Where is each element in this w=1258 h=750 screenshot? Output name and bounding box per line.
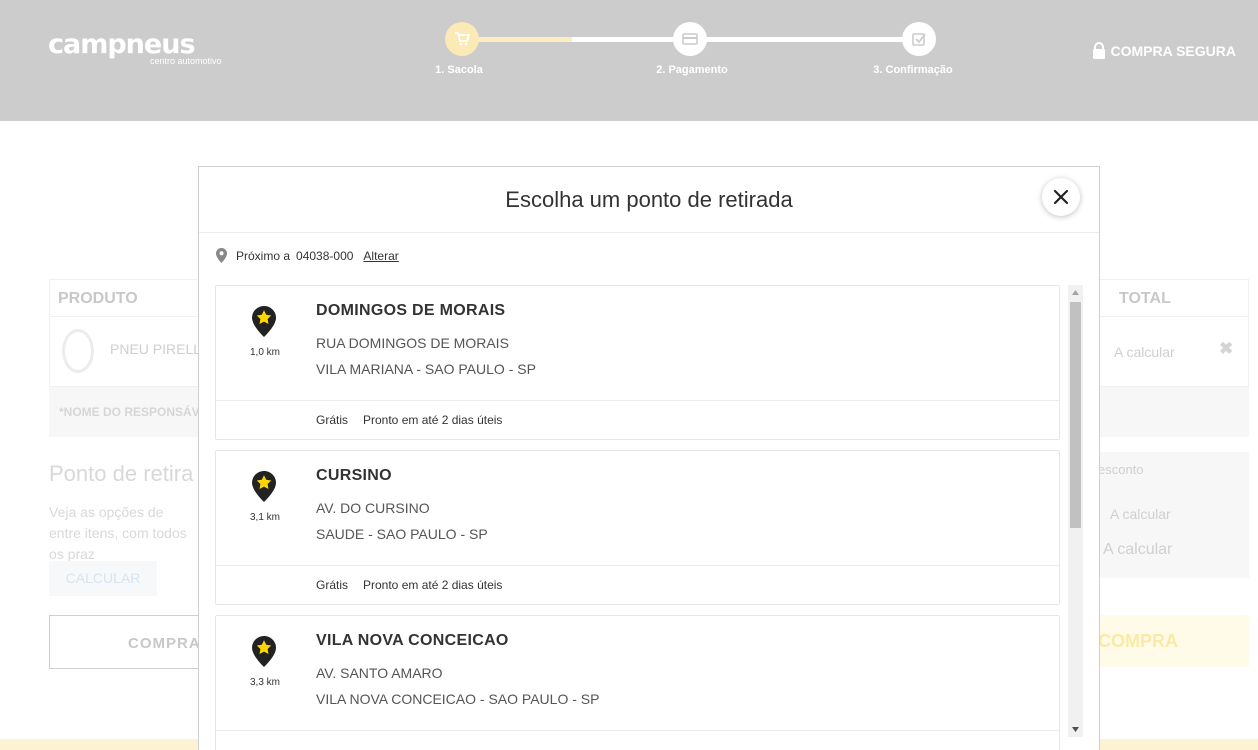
store-list: 1,0 km DOMINGOS DE MORAIS RUA DOMINGOS D… [215,285,1060,750]
secure-purchase-label: COMPRA SEGURA [1110,42,1237,59]
card-divider [216,400,1059,401]
close-modal-button[interactable] [1042,178,1080,216]
card-divider [216,730,1059,731]
store-distance: 1,0 km [249,347,280,358]
product-total: A calcular [1114,344,1175,360]
pickup-section-text: Veja as opções de entre itens, com todos… [49,504,187,562]
responsible-name-label: *NOME DO RESPONSÁV [59,405,200,419]
store-price: Grátis [316,578,349,592]
store-distance: 3,3 km [249,677,280,688]
continue-shopping-button[interactable]: COMPRA [49,615,201,669]
step-confirmation [902,22,936,56]
column-product: PRODUTO [58,290,138,307]
store-ready-time: Pronto em até 2 dias úteis [363,413,503,427]
store-card[interactable]: 3,3 km VILA NOVA CONCEICAO AV. SANTO AMA… [215,615,1060,750]
store-name: DOMINGOS DE MORAIS [316,302,506,319]
summary-total: A calcular [1103,541,1173,558]
step-label-confirmation: 3. Confirmação [873,64,953,76]
store-marker-icon [252,306,276,337]
pickup-section-title: Ponto de retira [49,461,194,486]
credit-card-icon [682,33,698,45]
calculate-button[interactable]: CALCULAR [49,561,157,596]
store-street: RUA DOMINGOS DE MORAIS [316,335,509,351]
column-total: TOTAL [1119,290,1171,307]
store-card[interactable]: 3,1 km CURSINO AV. DO CURSINO SAUDE - SA… [215,450,1060,605]
store-name: CURSINO [316,467,392,484]
cart-icon [455,32,470,46]
store-marker-icon [252,471,276,502]
checkmark-icon [912,33,926,46]
product-name: PNEU PIRELLI [110,341,205,357]
cep-value: 04038-000 [296,248,354,263]
store-ready-time: Pronto em até 2 dias úteis [363,578,503,592]
scroll-down-arrow-icon [1072,727,1079,732]
store-price: Grátis [316,413,349,427]
store-card[interactable]: 1,0 km DOMINGOS DE MORAIS RUA DOMINGOS D… [215,285,1060,440]
order-summary: esconto A calcular A calcular [1098,452,1249,578]
scroll-up-button[interactable] [1068,285,1083,300]
campneus-logo[interactable]: campneus centro automotivo [48,30,222,67]
store-marker-icon [252,636,276,667]
scroll-up-arrow-icon [1072,290,1079,295]
store-distance: 3,1 km [249,512,280,523]
summary-subtotal: A calcular [1110,506,1171,522]
modal-title: Escolha um ponto de retirada [505,187,793,212]
close-icon [1053,189,1069,205]
location-pin-icon [216,248,227,263]
site-header: campneus centro automotivo 1. Sacola 2. … [0,0,1258,121]
store-city: SAUDE - SAO PAULO - SP [316,526,488,542]
step-label-cart: 1. Sacola [435,64,483,76]
tire-thumbnail [62,329,94,373]
remove-item-icon[interactable]: ✖ [1219,339,1233,359]
secure-purchase: COMPRA SEGURA [1092,42,1237,59]
modal-divider [199,232,1099,233]
scroll-thumb[interactable] [1070,302,1081,528]
location-row: Próximo a 04038-000 Alterar [216,248,399,263]
card-divider [216,565,1059,566]
store-city: VILA NOVA CONCEICAO - SAO PAULO - SP [316,691,600,707]
checkout-button-label: COMPRA [1098,631,1178,651]
step-label-payment: 2. Pagamento [656,64,728,76]
scroll-down-button[interactable] [1068,722,1083,737]
store-street: AV. DO CURSINO [316,500,430,516]
discount-label: esconto [1098,462,1144,477]
step-payment [673,22,707,56]
store-street: AV. SANTO AMARO [316,665,443,681]
lock-icon [1092,42,1105,59]
store-city: VILA MARIANA - SAO PAULO - SP [316,361,536,377]
checkout-button[interactable]: COMPRA [1098,615,1249,667]
change-cep-link[interactable]: Alterar [363,249,398,263]
logo-tagline: centro automotivo [150,56,222,66]
store-list-scrollbar[interactable] [1068,285,1083,737]
step-cart [445,22,479,56]
store-name: VILA NOVA CONCEICAO [316,632,509,649]
continue-shopping-label: COMPRA [128,635,201,652]
pickup-point-modal: Escolha um ponto de retirada Próximo a 0… [198,166,1100,750]
near-label: Próximo a [236,248,291,263]
